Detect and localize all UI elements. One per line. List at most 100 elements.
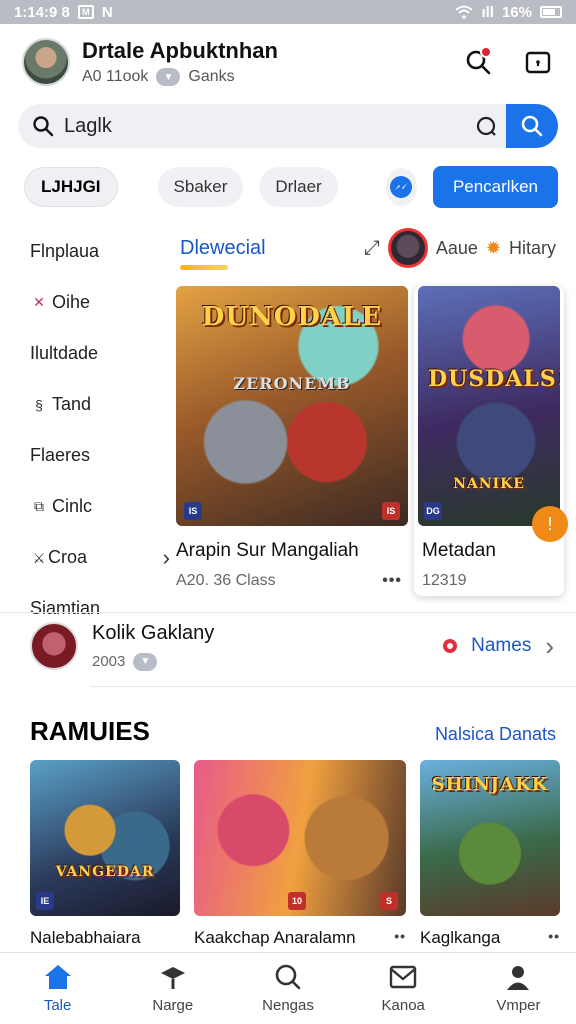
- app-header: Drtale Apbuktnhan A0 11ook ▼ Ganks: [22, 34, 554, 90]
- chip-sbaker[interactable]: Sbaker: [157, 167, 244, 207]
- share-icon[interactable]: ⤢: [364, 237, 380, 260]
- nav-label: Nengas: [262, 997, 314, 1014]
- rank-chevron-icon: ▼: [156, 68, 181, 86]
- user-icon: [507, 966, 530, 990]
- game-cover-logo: DUSDALS!: [428, 366, 560, 392]
- category-item[interactable]: Ilultdade: [30, 328, 170, 379]
- game-title: Arapin Sur Mangaliah: [176, 540, 359, 561]
- streamer-avatar[interactable]: [387, 228, 428, 268]
- wallet-button[interactable]: [522, 46, 554, 78]
- category-label: Flnplaua: [30, 241, 100, 261]
- user-name: Drtale Apbuktnhan: [82, 38, 278, 63]
- search-input[interactable]: Laglk: [64, 115, 466, 138]
- category-item[interactable]: Flnplaua: [30, 226, 170, 277]
- chip-active[interactable]: LJHJGI: [24, 167, 118, 207]
- game-cover-image: DUNODALE ZERONEMB IS IS: [176, 286, 408, 526]
- game-cover-logo: VANGEDAR: [55, 864, 155, 880]
- more-options-icon[interactable]: •••: [382, 572, 402, 590]
- battery-icon: [540, 6, 562, 18]
- status-tag-icon: M: [77, 5, 94, 19]
- status-bar: 1:14:9 8 M N ıll 16%: [0, 0, 576, 24]
- user-avatar[interactable]: [22, 38, 70, 86]
- category-item[interactable]: § Tand: [30, 379, 170, 430]
- game-grid: VANGEDAR IE Nalebabhaiara 10 S Kaakchap …: [30, 760, 576, 948]
- game-title: Kaakchap Anaralamn: [194, 928, 356, 947]
- featured-title[interactable]: Dlewecial: [180, 237, 266, 270]
- status-app-icon: N: [101, 3, 113, 21]
- category-item[interactable]: ⧉ Cinlc: [30, 481, 170, 532]
- game-title: Metadan: [422, 540, 496, 561]
- game-cover-subtitle: ZERONEMB: [233, 374, 351, 393]
- search-submit-button[interactable]: [506, 104, 558, 148]
- category-label: Tand: [52, 394, 92, 414]
- more-options-icon[interactable]: ••: [394, 928, 406, 948]
- messenger-button[interactable]: [385, 168, 417, 206]
- game-cover-image: SHINJAKK: [420, 760, 560, 916]
- featured-header: Dlewecial ⤢ Aaue ✹ Hitary: [180, 228, 556, 270]
- game-card[interactable]: SHINJAKK Kaglkanga ••: [420, 760, 560, 948]
- mic-icon: [476, 116, 496, 136]
- nav-search[interactable]: Nengas: [230, 953, 345, 1024]
- user-rank: Ganks: [188, 68, 235, 85]
- category-item[interactable]: Flaeres: [30, 430, 170, 481]
- search-icon: [275, 964, 301, 990]
- game-cover-image: VANGEDAR IE: [30, 760, 180, 916]
- chevron-right-icon: ›: [162, 544, 170, 570]
- featured-game-card[interactable]: DUSDALS! NANIKE DG ! Metadan 12319: [414, 286, 568, 596]
- creator-avatar[interactable]: [30, 622, 78, 670]
- category-item[interactable]: ✕ Oihe: [30, 277, 170, 328]
- more-options-icon[interactable]: ••: [548, 928, 560, 948]
- cap-icon: [160, 967, 185, 989]
- wallet-icon: [525, 51, 551, 74]
- search-cta-button[interactable]: Pencarlken: [432, 166, 558, 208]
- chip-drlaer[interactable]: Drlaer: [259, 167, 338, 207]
- category-label: Ilultdade: [30, 343, 99, 363]
- section-header: RAMUIES Nalsica Danats: [30, 716, 556, 747]
- game-cover-logo: SHINJAKK: [431, 774, 549, 795]
- notification-dot: [480, 46, 492, 58]
- nav-profile[interactable]: Vmper: [461, 953, 576, 1024]
- nav-label: Kanoa: [381, 997, 425, 1014]
- info-badge-icon[interactable]: !: [532, 506, 568, 542]
- game-cover-subtitle: NANIKE: [453, 476, 525, 492]
- category-list: Flnplaua ✕ Oihe Ilultdade § Tand Flaeres ⧉…: [30, 226, 170, 634]
- game-cover-logo: DUNODALE: [201, 302, 383, 332]
- search-bar[interactable]: Laglk: [18, 104, 558, 148]
- featured-game-card[interactable]: DUNODALE ZERONEMB IS IS Arapin Sur Manga…: [176, 286, 408, 590]
- notifications-button[interactable]: [462, 46, 494, 78]
- game-card[interactable]: VANGEDAR IE Nalebabhaiara: [30, 760, 180, 948]
- nav-inbox[interactable]: Kanoa: [346, 953, 461, 1024]
- nav-narge[interactable]: Narge: [115, 953, 230, 1024]
- filter-chips: LJHJGI Sbaker Drlaer Pencarlken: [24, 166, 558, 208]
- creator-link[interactable]: Names: [471, 635, 531, 657]
- featured-label-2[interactable]: Hitary: [509, 238, 556, 259]
- game-meta: A20. 36 Class: [176, 572, 276, 589]
- chevron-down-icon[interactable]: ▼: [133, 652, 158, 671]
- category-item[interactable]: ⚔ Croa ›: [30, 532, 170, 583]
- user-handle: A0 11ook: [82, 68, 149, 85]
- divider: [90, 686, 576, 687]
- voice-search-button[interactable]: [466, 115, 506, 137]
- sword-icon: ⚔: [32, 550, 46, 566]
- creator-sub: 2003: [92, 653, 126, 670]
- section-link[interactable]: Nalsica Danats: [435, 724, 556, 745]
- battery-percentage: 16%: [501, 3, 532, 21]
- chevron-right-icon[interactable]: ›: [545, 631, 554, 662]
- creator-row[interactable]: Kolik Gaklany 2003 ▼ Names ›: [30, 618, 554, 674]
- puzzle-icon: ⧉: [34, 498, 44, 514]
- home-icon: [44, 965, 71, 989]
- rating-badge: IS: [184, 502, 202, 520]
- bottom-navigation: Tale Narge Nengas Kanoa Vmper: [0, 952, 576, 1024]
- section-title: RAMUIES: [30, 716, 150, 746]
- nav-home[interactable]: Tale: [0, 953, 115, 1024]
- messenger-icon: [390, 176, 413, 198]
- game-card[interactable]: 10 S Kaakchap Anaralamn ••: [194, 760, 406, 948]
- featured-label-1[interactable]: Aaue: [436, 238, 478, 259]
- user-profile[interactable]: Drtale Apbuktnhan A0 11ook ▼ Ganks: [82, 38, 278, 86]
- mail-icon: [390, 965, 417, 989]
- game-cover-image: DUSDALS! NANIKE DG: [418, 286, 560, 526]
- category-label: Flaeres: [30, 445, 91, 465]
- record-icon: [443, 639, 458, 653]
- category-label: Siamtian: [30, 598, 101, 618]
- category-label: Croa: [48, 547, 88, 567]
